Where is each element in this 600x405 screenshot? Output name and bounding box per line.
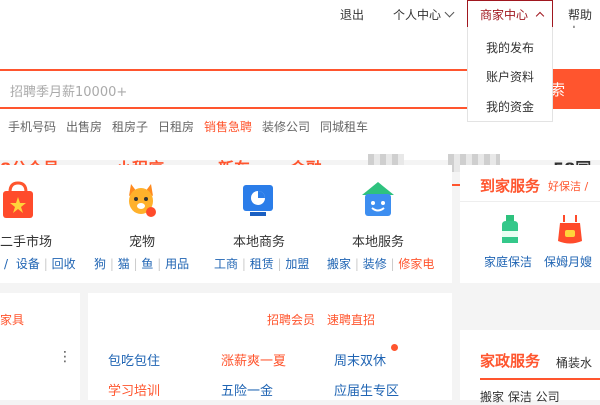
job-links-panel: 招聘会员 速聘直招 包吃包住 涨薪爽一夏 周末双休 学习培训 五险一金 应届生专… bbox=[88, 293, 452, 400]
job-link[interactable]: 涨薪爽一夏 bbox=[221, 350, 286, 369]
home-service-panel: 到家服务 好保洁 / 家庭保洁 保姆月嫂 bbox=[460, 165, 600, 283]
hot-link[interactable]: 销售急聘 bbox=[204, 118, 252, 135]
fast-recruit-link[interactable]: 速聘直招 bbox=[327, 311, 375, 328]
menu-item-account-info[interactable]: 账户资料 bbox=[486, 68, 534, 85]
hot-link[interactable]: 同城租车 bbox=[320, 118, 368, 135]
smiling-house-icon bbox=[362, 182, 394, 216]
hot-link[interactable]: 日租房 bbox=[158, 118, 194, 135]
cleaning-bottle-icon bbox=[502, 215, 518, 243]
job-link[interactable]: 学习培训 bbox=[108, 380, 160, 399]
hot-link[interactable]: 装修公司 bbox=[262, 118, 310, 135]
category-title[interactable]: 本地商务 bbox=[233, 231, 285, 250]
menu-item-my-funds[interactable]: 我的资金 bbox=[486, 98, 534, 115]
category-sub-link[interactable]: 鱼 bbox=[141, 257, 153, 271]
home-service-item[interactable]: 保姆月嫂 bbox=[544, 253, 592, 270]
job-link[interactable]: 包吃包住 bbox=[108, 350, 160, 369]
search-placeholder: 招聘季月薪10000+ bbox=[10, 85, 128, 100]
category-sub-link[interactable]: 工商 bbox=[214, 257, 238, 271]
search-input[interactable]: 招聘季月薪10000+ bbox=[0, 69, 518, 109]
chevron-up-icon bbox=[535, 11, 545, 21]
category-subs: / 设备 | 回收 bbox=[4, 257, 76, 271]
merchant-center-menu[interactable]: 商家中心 bbox=[467, 0, 553, 28]
personal-center-link[interactable]: 个人中心 bbox=[393, 6, 455, 23]
hot-link[interactable]: 手机号码 bbox=[8, 118, 56, 135]
category-sub-link[interactable]: 修家电 bbox=[398, 257, 434, 271]
category-sub-link[interactable]: 租赁 bbox=[250, 257, 274, 271]
job-link[interactable]: 应届生专区 bbox=[334, 380, 399, 399]
shopping-bag-icon bbox=[3, 181, 33, 218]
housekeeping-panel: 家政服务 桶装水 搬家 保洁 公司 bbox=[460, 330, 600, 404]
hot-link[interactable]: 租房子 bbox=[112, 118, 148, 135]
hot-link[interactable]: 出售房 bbox=[66, 118, 102, 135]
left-panel: 家具 ⋮ bbox=[0, 293, 80, 400]
category-title[interactable]: 二手市场 bbox=[0, 231, 52, 250]
dog-icon bbox=[129, 184, 156, 217]
category-subs: 搬家 | 装修 | 修家电 bbox=[327, 257, 435, 271]
pie-chart-board-icon bbox=[243, 185, 273, 216]
category-sub-link[interactable]: 装修 bbox=[363, 257, 387, 271]
menu-item-my-posts[interactable]: 我的发布 bbox=[486, 39, 534, 56]
category-sub-link[interactable]: 搬家 bbox=[327, 257, 351, 271]
more-icon[interactable]: ⋮ bbox=[58, 349, 72, 365]
category-sub-link[interactable]: 加盟 bbox=[285, 257, 309, 271]
housekeeping-tag[interactable]: 桶装水 bbox=[556, 354, 592, 371]
merchant-dropdown: 我的发布 账户资料 我的资金 bbox=[467, 27, 553, 122]
personal-center-label: 个人中心 bbox=[393, 8, 442, 22]
category-sub-link[interactable]: / bbox=[4, 257, 8, 271]
new-badge-dot bbox=[391, 344, 398, 351]
category-sub-link[interactable]: 用品 bbox=[165, 257, 189, 271]
recruit-member-link[interactable]: 招聘会员 bbox=[267, 311, 315, 328]
left-panel-link[interactable]: 家具 bbox=[0, 311, 24, 328]
divider bbox=[480, 378, 600, 380]
job-link[interactable]: 周末双休 bbox=[334, 350, 386, 369]
home-service-tag[interactable]: 好保洁 / bbox=[548, 178, 588, 194]
merchant-center-label: 商家中心 bbox=[480, 8, 529, 22]
job-link[interactable]: 五险一金 bbox=[221, 380, 273, 399]
category-subs: 狗 | 猫 | 鱼 | 用品 bbox=[94, 257, 190, 271]
housekeeping-links[interactable]: 搬家 保洁 公司 bbox=[480, 388, 560, 405]
logout-link[interactable]: 退出 bbox=[340, 6, 364, 23]
housekeeping-title[interactable]: 家政服务 bbox=[480, 350, 540, 371]
home-service-title[interactable]: 到家服务 bbox=[480, 175, 540, 196]
category-sub-link[interactable]: 猫 bbox=[118, 257, 130, 271]
category-title[interactable]: 宠物 bbox=[129, 231, 155, 250]
category-subs: 工商 | 租赁 | 加盟 bbox=[214, 257, 310, 271]
category-sub-link[interactable]: 设备 bbox=[16, 257, 40, 271]
chevron-down-icon bbox=[444, 7, 455, 18]
category-sub-link[interactable]: 回收 bbox=[52, 257, 76, 271]
divider bbox=[460, 201, 600, 202]
category-sub-link[interactable]: 狗 bbox=[94, 257, 106, 271]
apron-icon bbox=[558, 215, 582, 244]
home-service-item[interactable]: 家庭保洁 bbox=[484, 253, 532, 270]
category-title[interactable]: 本地服务 bbox=[352, 231, 404, 250]
